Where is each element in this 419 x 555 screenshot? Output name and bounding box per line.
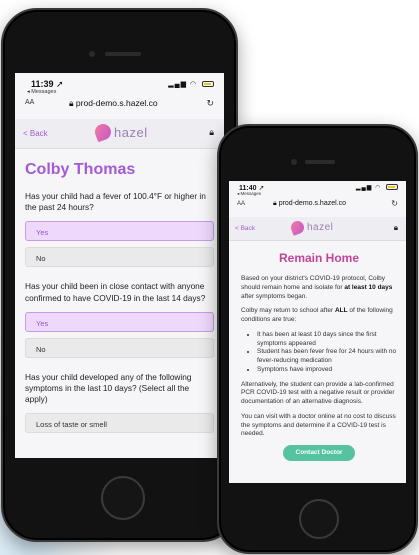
hazel-logo-text: hazel	[307, 222, 334, 233]
reload-icon[interactable]: ↻	[391, 199, 398, 208]
reader-text-size-button[interactable]: AA	[237, 201, 245, 207]
alternative-paragraph: Alternatively, the student can provide a…	[241, 380, 395, 406]
hazel-logo: hazel	[289, 219, 334, 236]
url-address[interactable]: 🔒︎ prod-demo.s.hazel.co	[69, 98, 158, 109]
isolation-paragraph: Based on your district's COVID-19 protoc…	[241, 275, 393, 300]
signal-icon: ▂▄▆	[355, 185, 373, 191]
phone-screen: 11:40 ➚ ◂ Messages ▂▄▆ ◠ AA 🔒︎ prod-demo…	[229, 181, 406, 483]
contact-doctor-button[interactable]: Contact Doctor	[283, 445, 355, 462]
app-header: < Back hazel 🔒︎	[229, 217, 406, 241]
earpiece-speaker	[305, 160, 335, 164]
signal-icon: ▂▄▆	[168, 81, 187, 88]
battery-icon	[386, 184, 398, 191]
status-bar: 11:39 ➚ ◂ Messages ▂▄▆ ◠	[15, 73, 224, 95]
wifi-icon: ◠	[375, 185, 382, 191]
location-arrow-icon: ➚	[56, 79, 64, 89]
doctor-paragraph: You can visit with a doctor online at no…	[241, 412, 396, 438]
lock-small-icon: 🔒︎	[273, 200, 277, 207]
phone-screen: 11:39 ➚ ◂ Messages ▂▄▆ ◠ AA 🔒︎ prod-demo…	[15, 73, 224, 458]
front-camera	[291, 159, 297, 165]
condition-item: Symptoms have improved	[257, 366, 397, 375]
hazel-logo-text: hazel	[114, 124, 148, 140]
option-yes[interactable]: Yes	[25, 311, 214, 332]
home-button[interactable]	[299, 499, 339, 539]
condition-item: Student has been fever free for 24 hours…	[257, 348, 397, 366]
back-button[interactable]: < Back	[235, 225, 255, 232]
hazel-logo: hazel	[92, 121, 148, 143]
question-symptoms: Has your child developed any of the foll…	[25, 372, 214, 434]
result-title: Remain Home	[278, 251, 360, 265]
hazel-logo-mark-icon	[289, 219, 306, 236]
status-bar: 11:40 ➚ ◂ Messages ▂▄▆ ◠	[229, 181, 406, 197]
lock-icon: 🔒︎	[209, 127, 214, 137]
conditions-list: It has been at least 10 days since the f…	[241, 331, 397, 375]
status-icons: ▂▄▆ ◠	[168, 80, 214, 88]
result-content: Remain Home Based on your district's COV…	[229, 241, 406, 483]
hazel-logo-mark-icon	[92, 121, 114, 143]
url-bar[interactable]: AA 🔒︎ prod-demo.s.hazel.co ↻	[229, 197, 406, 213]
option-loss-of-taste[interactable]: Loss of taste or smell	[25, 413, 214, 434]
earpiece-speaker	[105, 52, 141, 56]
question-fever: Has your child had a fever of 100.4°F or…	[25, 191, 214, 268]
patient-name: Colby Thomas	[25, 161, 136, 178]
battery-icon	[202, 81, 214, 88]
questionnaire-content: Colby Thomas Has your child had a fever …	[15, 149, 224, 458]
home-button[interactable]	[101, 476, 145, 520]
back-button[interactable]: < Back	[23, 129, 48, 138]
option-yes[interactable]: Yes	[25, 221, 214, 242]
front-camera	[89, 51, 95, 57]
lock-icon: 🔒︎	[393, 223, 398, 232]
lock-small-icon: 🔒︎	[69, 98, 74, 108]
option-no[interactable]: No	[25, 247, 214, 268]
question-text: Has your child had a fever of 100.4°F or…	[25, 191, 206, 213]
reader-text-size-button[interactable]: AA	[25, 99, 34, 106]
phone-result: 11:40 ➚ ◂ Messages ▂▄▆ ◠ AA 🔒︎ prod-demo…	[217, 124, 418, 554]
condition-item: It has been at least 10 days since the f…	[257, 331, 397, 349]
question-text: Has your child been in close contact wit…	[25, 281, 206, 303]
url-address[interactable]: 🔒︎ prod-demo.s.hazel.co	[273, 200, 346, 208]
status-icons: ▂▄▆ ◠	[356, 184, 398, 191]
return-conditions-intro: Colby may return to school after ALL of …	[241, 307, 393, 324]
url-bar[interactable]: AA 🔒︎ prod-demo.s.hazel.co ↻	[15, 95, 224, 113]
question-contact: Has your child been in close contact wit…	[25, 281, 214, 358]
app-header: < Back hazel 🔒︎	[15, 119, 224, 149]
question-text: Has your child developed any of the foll…	[25, 371, 192, 405]
phone-questionnaire: 11:39 ➚ ◂ Messages ▂▄▆ ◠ AA 🔒︎ prod-demo…	[1, 8, 238, 542]
wifi-icon: ◠	[189, 81, 198, 88]
reload-icon[interactable]: ↻	[206, 98, 214, 109]
option-no[interactable]: No	[25, 337, 214, 358]
